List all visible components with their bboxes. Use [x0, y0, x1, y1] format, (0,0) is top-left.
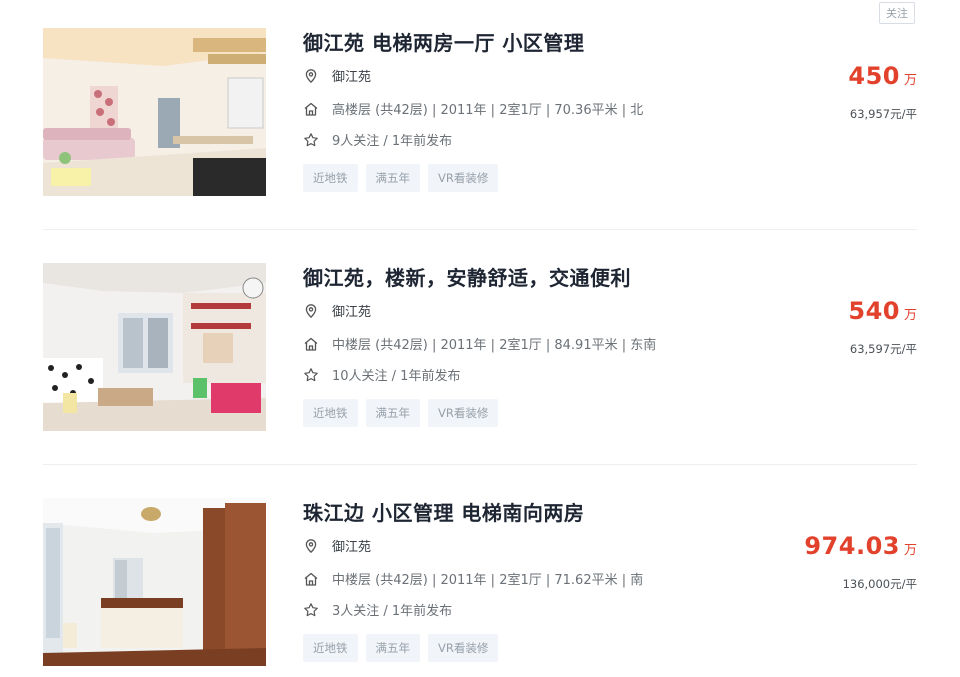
star-icon [303, 367, 319, 383]
total-price: 974.03 万 [804, 532, 917, 560]
tag-five-years: 满五年 [365, 399, 420, 427]
price-unit: 万 [903, 73, 917, 88]
location-pin-icon [303, 303, 319, 319]
follow-info: 3人关注 / 1年前发布 [332, 604, 453, 619]
price-amount: 450 [848, 62, 900, 90]
unit-price: 63,597元/平 [849, 342, 917, 356]
community-name[interactable]: 御江苑 [332, 301, 371, 320]
listing-title[interactable]: 珠江边 小区管理 电梯南向两房 [303, 497, 584, 526]
house-icon [303, 336, 319, 352]
tag-list: 近地铁 满五年 VR看装修 [303, 164, 499, 192]
house-info: 中楼层 (共42层) | 2011年 | 2室1厅 | 71.62平米 | 南 [332, 573, 644, 588]
community-name[interactable]: 御江苑 [332, 536, 371, 555]
community-name[interactable]: 御江苑 [332, 66, 371, 85]
total-price: 450 万 [848, 62, 917, 90]
tag-vr: VR看装修 [428, 399, 499, 427]
tag-subway: 近地铁 [303, 634, 358, 662]
community-row: 御江苑 [303, 536, 371, 555]
listing-title[interactable]: 御江苑，楼新，安静舒适，交通便利 [303, 262, 631, 291]
star-icon [303, 602, 319, 618]
house-icon [303, 571, 319, 587]
follow-button[interactable]: 关注 [879, 2, 915, 24]
star-icon [303, 132, 319, 148]
follow-info-row: 3人关注 / 1年前发布 [303, 600, 452, 619]
listing-photo[interactable] [43, 28, 266, 196]
community-row: 御江苑 [303, 301, 371, 320]
divider [43, 229, 917, 230]
unit-price: 136,000元/平 [842, 577, 917, 591]
location-pin-icon [303, 538, 319, 554]
unit-price: 63,957元/平 [849, 107, 917, 121]
location-pin-icon [303, 68, 319, 84]
follow-info-row: 10人关注 / 1年前发布 [303, 365, 460, 384]
listing-photo[interactable] [43, 498, 266, 666]
house-info: 高楼层 (共42层) | 2011年 | 2室1厅 | 70.36平米 | 北 [332, 103, 644, 118]
house-info-row: 中楼层 (共42层) | 2011年 | 2室1厅 | 71.62平米 | 南 [303, 569, 643, 588]
follow-info-row: 9人关注 / 1年前发布 [303, 130, 452, 149]
house-icon [303, 101, 319, 117]
house-info: 中楼层 (共42层) | 2011年 | 2室1厅 | 84.91平米 | 东南 [332, 338, 657, 353]
tag-list: 近地铁 满五年 VR看装修 [303, 399, 499, 427]
price-unit: 万 [903, 308, 917, 323]
follow-info: 9人关注 / 1年前发布 [332, 134, 453, 149]
divider [43, 464, 917, 465]
price-unit: 万 [903, 543, 917, 558]
tag-list: 近地铁 满五年 VR看装修 [303, 634, 499, 662]
tag-five-years: 满五年 [365, 634, 420, 662]
tag-vr: VR看装修 [428, 634, 499, 662]
listing-item[interactable]: 御江苑 电梯两房一厅 小区管理 御江苑 高楼层 (共42层) | 2011年 |… [43, 28, 917, 196]
tag-subway: 近地铁 [303, 164, 358, 192]
tag-subway: 近地铁 [303, 399, 358, 427]
total-price: 540 万 [848, 297, 917, 325]
house-info-row: 高楼层 (共42层) | 2011年 | 2室1厅 | 70.36平米 | 北 [303, 99, 643, 118]
price-amount: 974.03 [804, 532, 900, 560]
listing-item[interactable]: 御江苑，楼新，安静舒适，交通便利 御江苑 中楼层 (共42层) | 2011年 … [43, 263, 917, 431]
listing-photo[interactable] [43, 263, 266, 431]
follow-info: 10人关注 / 1年前发布 [332, 369, 461, 384]
listing-item[interactable]: 珠江边 小区管理 电梯南向两房 御江苑 中楼层 (共42层) | 2011年 |… [43, 498, 917, 666]
tag-five-years: 满五年 [365, 164, 420, 192]
community-row: 御江苑 [303, 66, 371, 85]
house-info-row: 中楼层 (共42层) | 2011年 | 2室1厅 | 84.91平米 | 东南 [303, 334, 656, 353]
price-amount: 540 [848, 297, 900, 325]
listing-title[interactable]: 御江苑 电梯两房一厅 小区管理 [303, 27, 584, 56]
tag-vr: VR看装修 [428, 164, 499, 192]
